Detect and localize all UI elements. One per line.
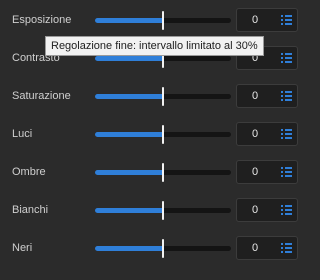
value-field[interactable]: 0 [236,84,298,108]
slider-track[interactable] [95,201,231,220]
slider-track[interactable] [95,87,231,106]
fine-adjust-icon[interactable] [281,90,292,102]
value-text[interactable]: 0 [237,199,273,221]
slider-row-bianchi: Bianchi 0 [0,191,320,229]
slider-fill [95,246,163,251]
slider-thumb[interactable] [162,125,164,144]
slider-fill [95,18,163,23]
slider-track[interactable] [95,239,231,258]
slider-fill [95,208,163,213]
slider-row-ombre: Ombre 0 [0,153,320,191]
value-field[interactable]: 0 [236,8,298,32]
value-text[interactable]: 0 [237,237,273,259]
slider-row-esposizione: Esposizione 0 [0,1,320,39]
tooltip: Regolazione fine: intervallo limitato al… [45,36,264,56]
value-field[interactable]: 0 [236,198,298,222]
slider-fill [95,94,163,99]
fine-adjust-icon[interactable] [281,52,292,64]
slider-label: Luci [12,128,33,140]
fine-adjust-icon[interactable] [281,14,292,26]
slider-label: Saturazione [12,90,71,102]
slider-fill [95,170,163,175]
value-field[interactable]: 0 [236,122,298,146]
slider-track[interactable] [95,11,231,30]
slider-thumb[interactable] [162,87,164,106]
slider-thumb[interactable] [162,163,164,182]
adjustments-panel: Esposizione 0 Contrasto 0 Saturazione 0 … [0,0,320,280]
slider-label: Neri [12,242,33,254]
value-text[interactable]: 0 [237,123,273,145]
slider-row-saturazione: Saturazione 0 [0,77,320,115]
slider-track[interactable] [95,163,231,182]
value-text[interactable]: 0 [237,161,273,183]
slider-thumb[interactable] [162,239,164,258]
slider-row-luci: Luci 0 [0,115,320,153]
slider-fill [95,132,163,137]
value-text[interactable]: 0 [237,9,273,31]
fine-adjust-icon[interactable] [281,128,292,140]
slider-track[interactable] [95,49,231,68]
slider-row-neri: Neri 0 [0,229,320,267]
slider-label: Bianchi [12,204,49,216]
value-field[interactable]: 0 [236,236,298,260]
fine-adjust-icon[interactable] [281,242,292,254]
slider-track[interactable] [95,125,231,144]
slider-thumb[interactable] [162,11,164,30]
fine-adjust-icon[interactable] [281,204,292,216]
value-text[interactable]: 0 [237,85,273,107]
slider-label: Esposizione [12,14,72,26]
value-field[interactable]: 0 [236,160,298,184]
slider-label: Ombre [12,166,46,178]
fine-adjust-icon[interactable] [281,166,292,178]
slider-thumb[interactable] [162,201,164,220]
slider-fill [95,56,163,61]
